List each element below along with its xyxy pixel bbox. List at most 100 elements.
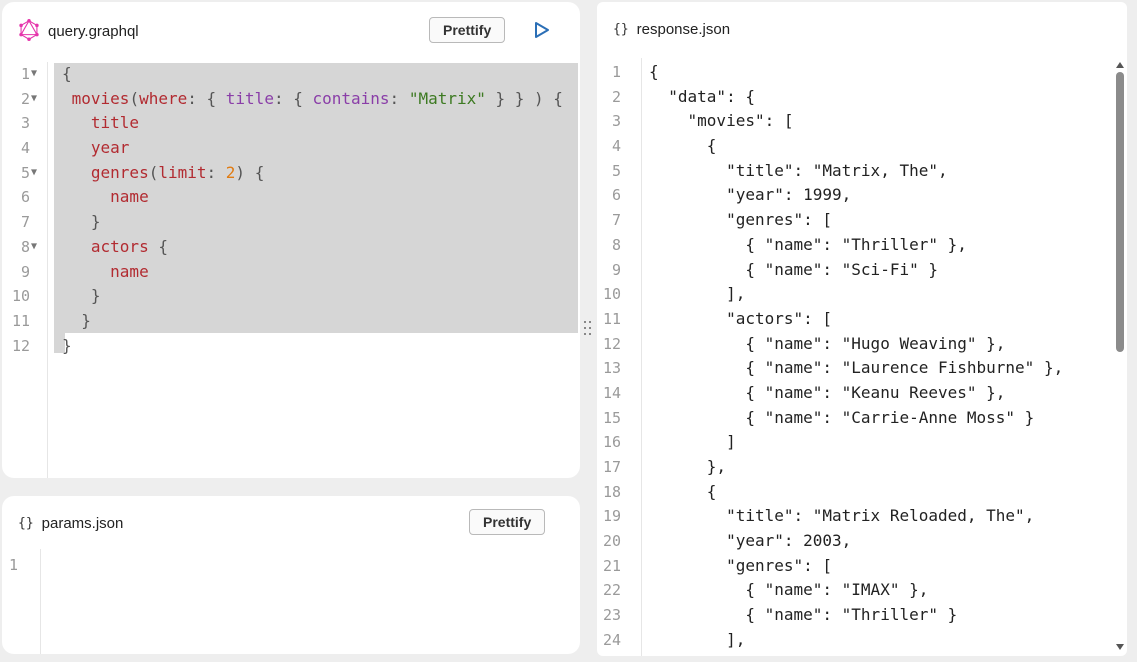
line-number: 15 xyxy=(602,408,621,427)
grip-dot xyxy=(589,327,591,329)
fold-toggle-icon[interactable]: ▼ xyxy=(31,235,37,260)
code-line: 9 name xyxy=(2,260,580,285)
line-number: 9 xyxy=(611,260,621,279)
code-text: } xyxy=(62,334,72,359)
code-line: 9 { "name": "Sci-Fi" } xyxy=(597,258,1127,283)
params-file-title: params.json xyxy=(41,515,124,532)
code-line: 11 } xyxy=(2,309,580,334)
params-prettify-button[interactable]: Prettify xyxy=(469,509,546,535)
code-text: "genres": [ xyxy=(649,555,833,575)
code-line: 10 ], xyxy=(597,282,1127,307)
code-token: } xyxy=(62,310,91,330)
code-token: genres xyxy=(62,162,149,182)
code-line: 3 title xyxy=(2,111,580,136)
code-line: 19 "title": "Matrix Reloaded, The", xyxy=(597,504,1127,529)
fold-toggle-icon[interactable]: ▼ xyxy=(31,87,37,112)
line-number: 5 xyxy=(611,161,621,180)
params-code-editor[interactable]: 1 xyxy=(2,553,580,653)
grip-dot xyxy=(584,321,586,323)
line-number: 17 xyxy=(602,458,621,476)
query-editor-header: query.graphql Prettify xyxy=(2,2,580,58)
response-viewer-header: {} response.json xyxy=(597,2,1127,58)
line-number: 2 xyxy=(611,87,621,106)
code-line: 6 "year": 1999, xyxy=(597,183,1127,208)
code-line: 12} xyxy=(2,334,580,359)
code-token: { xyxy=(148,236,168,256)
code-text: } xyxy=(62,210,101,235)
code-text: { xyxy=(649,62,659,81)
code-text: { "name": "Hugo Weaving" }, xyxy=(649,333,1006,353)
code-token: actors xyxy=(62,236,149,256)
response-scrollbar[interactable] xyxy=(1113,58,1127,656)
code-line: 7 } xyxy=(2,210,580,235)
code-token: name xyxy=(62,187,149,207)
code-token: : { xyxy=(273,88,313,108)
line-number: 12 xyxy=(602,334,621,353)
scroll-thumb[interactable] xyxy=(1116,72,1124,352)
code-text: name xyxy=(62,185,149,210)
code-text: }, xyxy=(649,457,727,476)
line-number: 9 xyxy=(20,262,30,281)
line-number: 6 xyxy=(611,186,621,205)
line-number: 18 xyxy=(602,482,621,501)
query-code-editor[interactable]: 1 ▼{2 ▼ movies(where: { title: { contains:… xyxy=(2,62,580,478)
code-line: 14 { "name": "Keanu Reeves" }, xyxy=(597,381,1127,406)
code-token: } xyxy=(62,286,101,306)
query-title-wrap: query.graphql xyxy=(18,19,139,41)
code-text: } xyxy=(62,309,91,334)
code-text: { "name": "Thriller" }, xyxy=(649,234,967,254)
code-text: "title": "Matrix Reloaded, The", xyxy=(649,506,1035,526)
code-token: year xyxy=(62,138,130,158)
code-text: { "name": "Keanu Reeves" }, xyxy=(649,382,1006,402)
code-text: name xyxy=(62,260,149,285)
line-number: 1 xyxy=(8,556,18,574)
fold-toggle-icon[interactable]: ▼ xyxy=(31,62,37,87)
code-line: 20 "year": 2003, xyxy=(597,529,1127,554)
line-number: 10 xyxy=(11,287,30,306)
code-line: 2 ▼ movies(where: { title: { contains: "M… xyxy=(2,87,580,112)
params-title-wrap: {} params.json xyxy=(18,515,123,532)
grip-dot xyxy=(584,333,586,335)
code-token: limit xyxy=(158,162,207,182)
code-text: { "name": "Sci-Fi" } xyxy=(649,259,938,279)
code-line: 1 xyxy=(2,553,580,578)
code-token: : { xyxy=(187,88,226,108)
line-number: 19 xyxy=(602,507,621,526)
line-number: 16 xyxy=(602,433,621,452)
code-line: 17 }, xyxy=(597,455,1127,480)
code-text: "title": "Matrix, The", xyxy=(649,160,948,180)
scroll-up-arrow-icon[interactable] xyxy=(1116,62,1124,68)
code-text: "actors": [ xyxy=(649,308,833,328)
pane-resize-handle[interactable] xyxy=(583,319,593,337)
line-number: 2 xyxy=(20,89,30,108)
fold-toggle-icon[interactable]: ▼ xyxy=(31,161,37,186)
code-text: { "name": "Carrie-Anne Moss" } xyxy=(649,407,1035,427)
code-token: } xyxy=(62,335,72,355)
line-number: 11 xyxy=(602,309,621,328)
params-editor-panel: {} params.json Prettify 1 xyxy=(2,496,580,654)
json-braces-icon: {} xyxy=(18,516,34,531)
line-number: 22 xyxy=(602,581,621,600)
response-code-viewer[interactable]: 1{2 "data": {3 "movies": [4 {5 "title": … xyxy=(597,60,1127,656)
code-token: 2 xyxy=(225,162,236,182)
code-line: 4 year xyxy=(2,136,580,161)
code-text: { xyxy=(62,62,72,87)
code-token: ( xyxy=(129,88,140,108)
code-token: } xyxy=(62,212,101,232)
code-line: 12 { "name": "Hugo Weaving" }, xyxy=(597,332,1127,357)
line-number: 11 xyxy=(11,311,30,330)
code-text: { xyxy=(649,481,717,501)
code-line: 16 ] xyxy=(597,430,1127,455)
scroll-down-arrow-icon[interactable] xyxy=(1116,644,1124,650)
response-viewer-panel: {} response.json 1{2 "data": {3 "movies"… xyxy=(597,2,1127,656)
code-token: "Matrix" xyxy=(408,88,486,108)
grip-dot xyxy=(584,327,586,329)
run-query-play-icon[interactable] xyxy=(533,21,551,39)
line-number: 8 xyxy=(611,235,621,254)
line-number: 13 xyxy=(602,359,621,378)
response-file-title: response.json xyxy=(636,21,731,38)
code-line: 8 ▼ actors { xyxy=(2,235,580,260)
code-line: 22 { "name": "IMAX" }, xyxy=(597,578,1127,603)
query-prettify-button[interactable]: Prettify xyxy=(429,17,506,43)
line-number: 3 xyxy=(611,112,621,131)
